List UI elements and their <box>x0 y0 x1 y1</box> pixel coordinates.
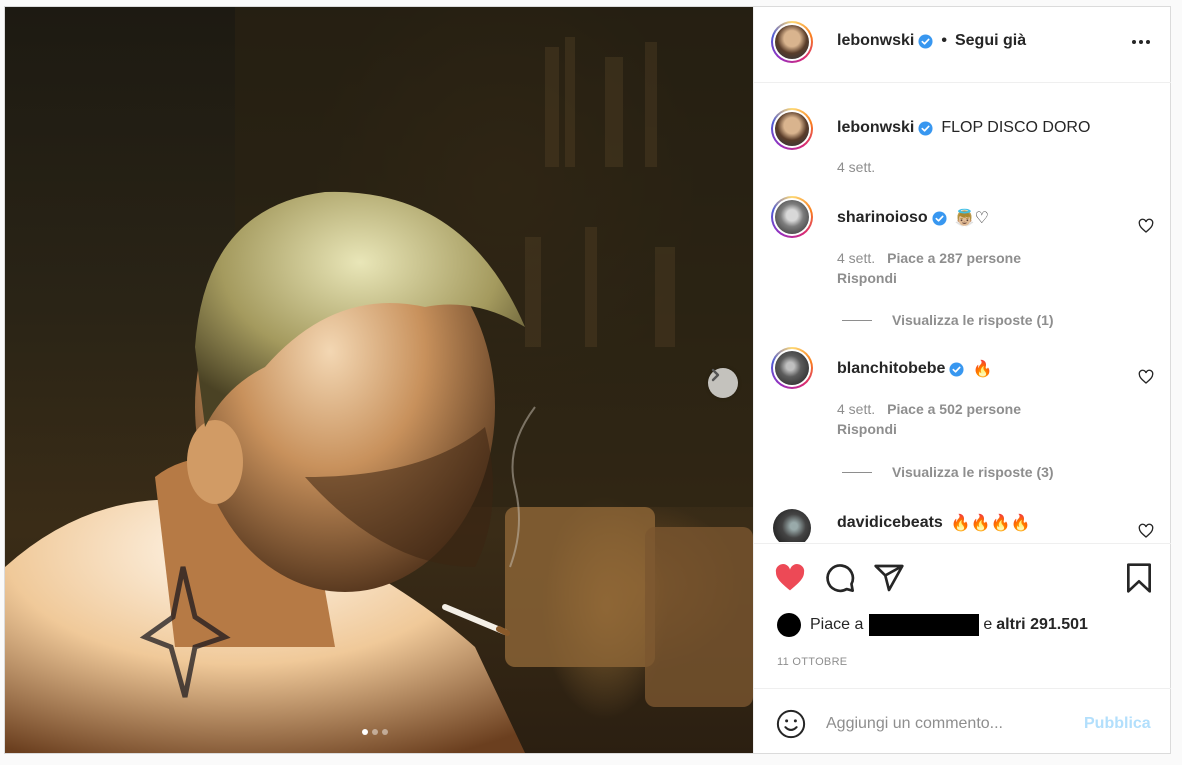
comment-text: 👼🏼♡ <box>954 210 989 227</box>
verified-icon <box>918 33 933 49</box>
post-actions: Piace a e altri 291.501 11 OTTOBRE <box>754 543 1171 688</box>
more-horizontal-icon[interactable] <box>1127 30 1155 54</box>
reply-button[interactable]: Rispondi <box>837 421 897 437</box>
following-button[interactable]: Segui già <box>955 32 1026 50</box>
caption-username[interactable]: lebonwski <box>837 119 914 137</box>
comment-username[interactable]: davidicebeats <box>837 514 943 532</box>
likes-others[interactable]: altri 291.501 <box>996 616 1088 634</box>
comment-likes[interactable]: Piace a 502 persone <box>887 401 1021 417</box>
post-photo[interactable] <box>5 7 753 753</box>
caption-avatar[interactable] <box>771 108 813 150</box>
comment-text: 🔥🔥🔥🔥 <box>950 515 1031 532</box>
likes-summary: Piace a e altri 291.501 <box>777 613 1088 637</box>
comment-meta: 4 sett. Piace a 502 persone <box>837 401 1021 417</box>
bookmark-icon[interactable] <box>1123 562 1155 594</box>
view-replies-button[interactable]: Visualizza le risposte (3) <box>842 464 1054 480</box>
comment-like-heart-icon[interactable] <box>1138 369 1154 385</box>
comment-time[interactable]: 4 sett. <box>837 250 875 266</box>
post-header: lebonwski • Segui già <box>754 7 1171 83</box>
comment-text: 🔥 <box>972 361 993 378</box>
commenter-avatar[interactable] <box>771 196 813 238</box>
comment-line: sharinoioso 👼🏼♡ <box>837 208 989 228</box>
share-icon[interactable] <box>873 562 905 594</box>
comments-list[interactable]: lebonwski FLOP DISCO DORO 4 sett. sharin… <box>754 83 1171 542</box>
photo-illustration <box>5 7 753 753</box>
comment-line: davidicebeats 🔥🔥🔥🔥 <box>837 513 1031 533</box>
carousel-dot <box>382 729 388 735</box>
caption-line: lebonwski FLOP DISCO DORO <box>837 119 1090 137</box>
comment-meta: 4 sett. Piace a 287 persone <box>837 250 1021 266</box>
comment-username[interactable]: blanchitobebe <box>837 360 945 378</box>
verified-icon <box>949 361 964 377</box>
caption-text: FLOP DISCO DORO <box>941 119 1091 136</box>
comment-like-heart-icon[interactable] <box>1138 523 1154 539</box>
chevron-right-icon <box>711 368 720 382</box>
comment-input[interactable] <box>824 709 1068 739</box>
likes-prefix: Piace a <box>810 616 864 633</box>
post-date[interactable]: 11 OTTOBRE <box>777 656 847 668</box>
verified-icon <box>918 120 933 136</box>
verified-icon <box>932 210 947 226</box>
comment-likes[interactable]: Piace a 287 persone <box>887 250 1021 266</box>
comment-icon[interactable] <box>824 562 856 594</box>
heart-icon[interactable] <box>774 562 806 594</box>
commenter-avatar[interactable] <box>771 347 813 389</box>
divider-line <box>842 471 872 473</box>
likes-suffix: e <box>983 616 993 633</box>
add-comment-bar: Pubblica <box>754 688 1171 754</box>
post-side-panel: lebonwski • Segui già lebonwski FLOP DIS… <box>753 7 1171 753</box>
divider-line <box>842 319 872 321</box>
liker-avatar[interactable] <box>777 613 801 637</box>
publish-button[interactable]: Pubblica <box>1084 715 1151 733</box>
author-avatar[interactable] <box>771 21 813 63</box>
comment-time[interactable]: 4 sett. <box>837 401 875 417</box>
carousel-dot <box>372 729 378 735</box>
comment-like-heart-icon[interactable] <box>1138 218 1154 234</box>
author-username[interactable]: lebonwski <box>837 32 914 50</box>
instagram-post: lebonwski • Segui già lebonwski FLOP DIS… <box>4 6 1171 754</box>
comment-line: blanchitobebe 🔥 <box>837 359 992 379</box>
view-replies-label: Visualizza le risposte (1) <box>892 312 1054 328</box>
smiley-icon[interactable] <box>776 709 806 739</box>
comment-username[interactable]: sharinoioso <box>837 209 928 227</box>
reply-button[interactable]: Rispondi <box>837 270 897 286</box>
carousel-dot <box>362 729 368 735</box>
view-replies-label: Visualizza le risposte (3) <box>892 464 1054 480</box>
next-slide-button[interactable] <box>708 368 738 398</box>
redacted-username[interactable] <box>869 614 980 636</box>
carousel-indicator <box>362 729 388 735</box>
header-separator: • <box>941 32 947 49</box>
commenter-avatar[interactable] <box>771 507 813 542</box>
view-replies-button[interactable]: Visualizza le risposte (1) <box>842 312 1054 328</box>
caption-time[interactable]: 4 sett. <box>837 159 875 175</box>
header-info: lebonwski • Segui già <box>837 32 1026 50</box>
